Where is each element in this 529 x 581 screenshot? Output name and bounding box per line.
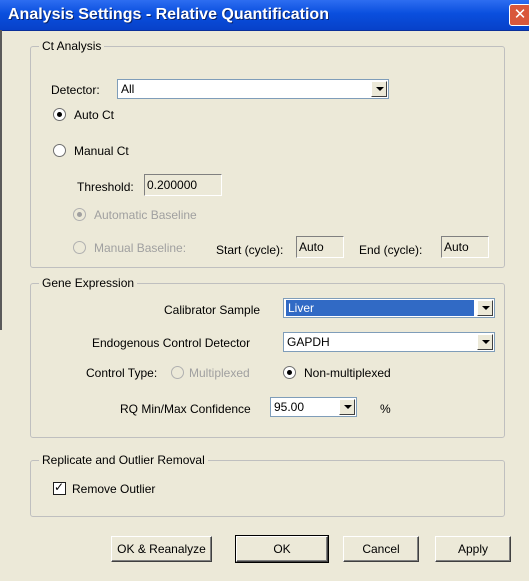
ok-button[interactable]: OK <box>235 535 329 563</box>
auto-ct-radio[interactable] <box>53 108 66 121</box>
title-bar: Analysis Settings - Relative Quantificat… <box>0 0 529 31</box>
apply-button[interactable]: Apply <box>435 536 511 562</box>
rq-confidence-select[interactable]: 95.00 <box>270 397 357 417</box>
auto-ct-label[interactable]: Auto Ct <box>74 108 114 122</box>
window-edge <box>0 30 2 330</box>
detector-select[interactable]: All <box>117 79 389 99</box>
gene-expression-legend: Gene Expression <box>39 276 138 290</box>
end-cycle-label: End (cycle): <box>359 243 423 257</box>
endogenous-control-label: Endogenous Control Detector <box>92 336 251 350</box>
start-cycle-input[interactable]: Auto <box>296 236 344 258</box>
analysis-settings-dialog: Analysis Settings - Relative Quantificat… <box>0 0 529 581</box>
endogenous-control-select[interactable]: GAPDH <box>283 332 495 352</box>
chevron-down-icon[interactable] <box>339 399 355 415</box>
chevron-down-icon[interactable] <box>477 300 493 316</box>
close-button[interactable]: ✕ <box>509 4 529 26</box>
calibrator-sample-select[interactable]: Liver <box>283 298 495 318</box>
threshold-input[interactable]: 0.200000 <box>144 174 222 196</box>
threshold-value: 0.200000 <box>147 178 198 192</box>
ok-reanalyze-button[interactable]: OK & Reanalyze <box>111 536 212 562</box>
non-multiplexed-radio[interactable] <box>283 366 296 379</box>
remove-outlier-label[interactable]: Remove Outlier <box>72 482 155 496</box>
detector-value: All <box>121 82 135 96</box>
automatic-baseline-radio[interactable] <box>73 208 86 221</box>
non-multiplexed-label[interactable]: Non-multiplexed <box>304 366 391 380</box>
start-cycle-label: Start (cycle): <box>216 243 284 257</box>
checkmark-icon: ✓ <box>54 480 65 494</box>
detector-label: Detector: <box>51 83 100 97</box>
rq-confidence-label: RQ Min/Max Confidence <box>120 402 251 416</box>
calibrator-sample-value: Liver <box>286 300 474 316</box>
end-cycle-value: Auto <box>444 240 469 254</box>
ct-analysis-legend: Ct Analysis <box>39 39 105 53</box>
start-cycle-value: Auto <box>299 240 324 254</box>
window-title: Analysis Settings - Relative Quantificat… <box>8 6 329 23</box>
manual-ct-radio[interactable] <box>53 144 66 157</box>
manual-ct-label[interactable]: Manual Ct <box>74 144 129 158</box>
multiplexed-label[interactable]: Multiplexed <box>189 366 250 380</box>
control-type-label: Control Type: <box>86 366 158 380</box>
chevron-down-icon[interactable] <box>371 81 387 97</box>
rq-confidence-value: 95.00 <box>274 400 305 414</box>
automatic-baseline-label[interactable]: Automatic Baseline <box>94 208 197 222</box>
threshold-label: Threshold: <box>77 180 134 194</box>
manual-baseline-label[interactable]: Manual Baseline: <box>94 241 186 255</box>
multiplexed-radio[interactable] <box>171 366 184 379</box>
replicate-outlier-legend: Replicate and Outlier Removal <box>39 453 208 467</box>
manual-baseline-radio[interactable] <box>73 241 86 254</box>
calibrator-sample-label: Calibrator Sample <box>164 303 261 317</box>
rq-unit: % <box>380 402 391 416</box>
cancel-button[interactable]: Cancel <box>343 536 419 562</box>
close-icon: ✕ <box>513 5 527 23</box>
end-cycle-input[interactable]: Auto <box>441 236 489 258</box>
remove-outlier-checkbox[interactable]: ✓ <box>53 480 66 495</box>
endogenous-control-value: GAPDH <box>287 335 330 349</box>
chevron-down-icon[interactable] <box>477 334 493 350</box>
